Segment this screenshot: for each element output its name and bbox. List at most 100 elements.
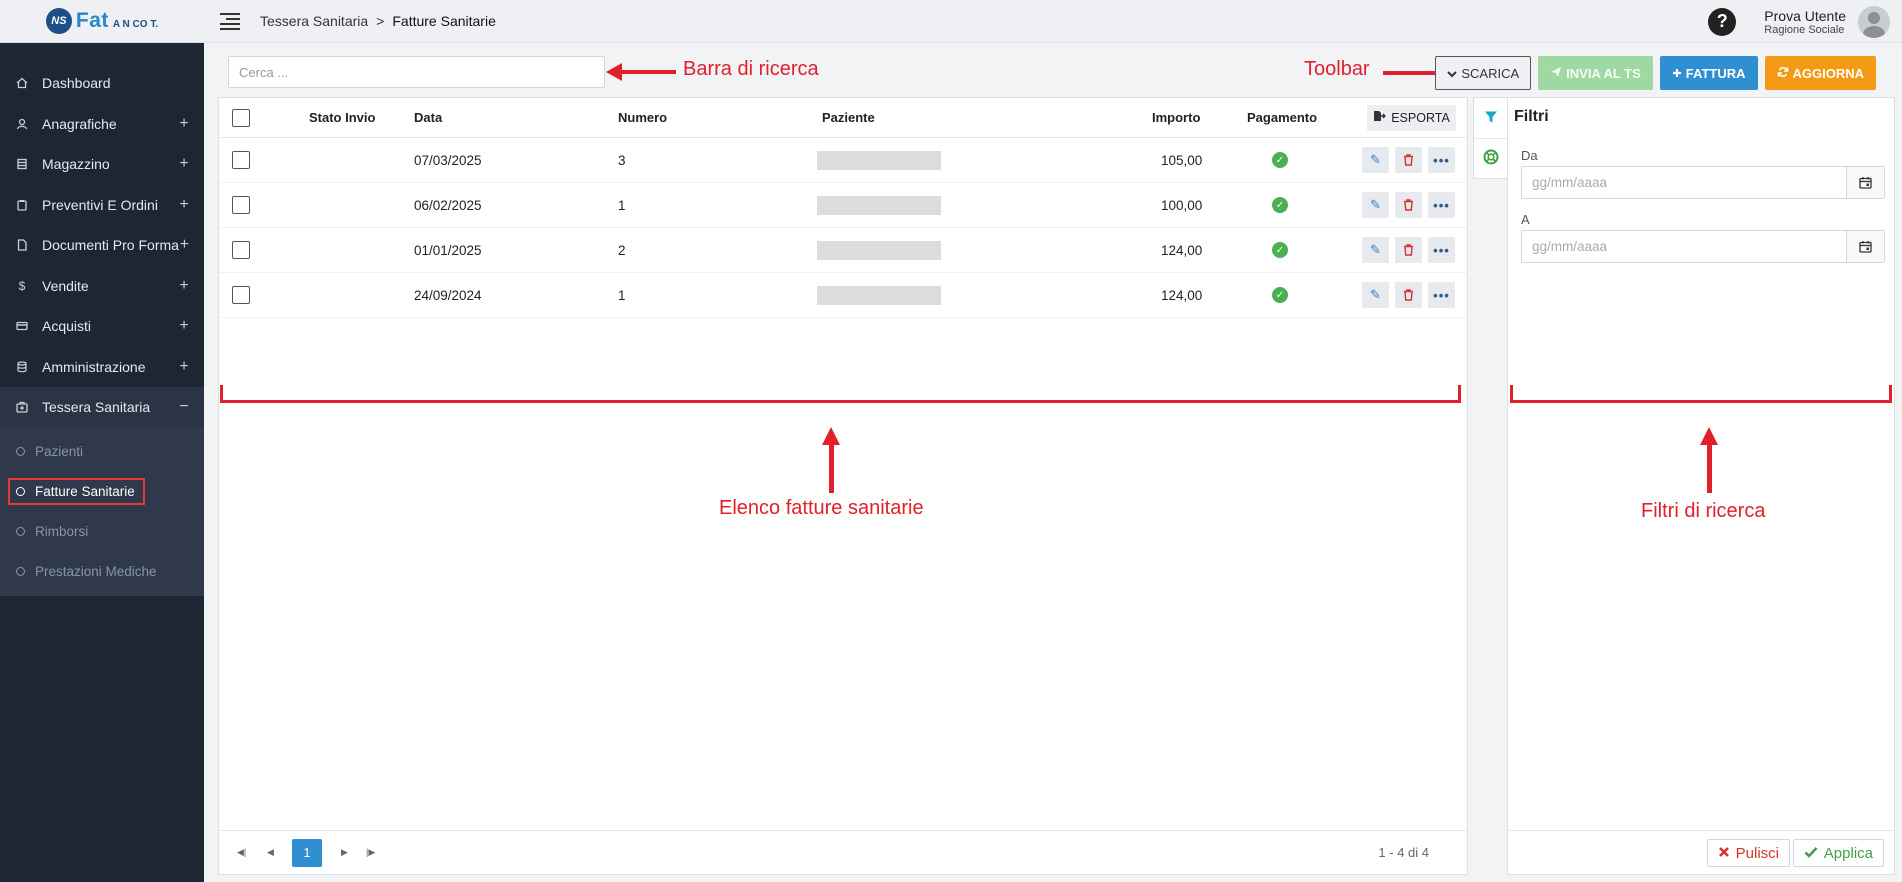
column-header-paziente[interactable]: Paziente <box>822 110 875 125</box>
fattura-label: FATTURA <box>1685 65 1746 81</box>
sidebar-item-acquisti[interactable]: Acquisti + <box>0 306 204 347</box>
esporta-button[interactable]: ESPORTA <box>1367 104 1456 131</box>
filter-panel-footer: Pulisci Applica <box>1508 830 1894 874</box>
user-info[interactable]: Prova Utente Ragione Sociale <box>1764 8 1846 36</box>
expand-plus-icon[interactable]: + <box>178 277 190 295</box>
breadcrumb-current: Fatture Sanitarie <box>392 13 496 29</box>
pulisci-button[interactable]: Pulisci <box>1706 839 1790 867</box>
add-fattura-button[interactable]: FATTURA <box>1659 56 1758 90</box>
warehouse-icon <box>16 158 28 170</box>
column-header-pagamento[interactable]: Pagamento <box>1247 110 1317 125</box>
trash-icon[interactable] <box>1395 192 1422 218</box>
sidebar-item-dashboard[interactable]: Dashboard <box>0 63 204 104</box>
hamburger-menu-icon[interactable] <box>220 12 240 30</box>
edit-icon[interactable]: ✎ <box>1362 192 1389 218</box>
calendar-icon[interactable] <box>1846 167 1884 198</box>
annotation-invoice-list: Elenco fatture sanitarie <box>719 497 924 519</box>
row-checkbox[interactable] <box>232 286 250 304</box>
prev-page-icon[interactable]: ◀ <box>267 847 274 858</box>
expand-plus-icon[interactable]: + <box>178 196 190 214</box>
table-row[interactable]: 01/01/2025 2 124,00 ✓ ✎ ••• <box>219 228 1467 273</box>
table-row[interactable]: 24/09/2024 1 124,00 ✓ ✎ ••• <box>219 273 1467 318</box>
date-from-field[interactable] <box>1521 166 1885 199</box>
annotation-bracket-list <box>220 385 1461 403</box>
database-icon <box>16 361 28 373</box>
expand-plus-icon[interactable]: + <box>179 236 190 254</box>
expand-plus-icon[interactable]: + <box>178 115 190 133</box>
table-row[interactable]: 06/02/2025 1 100,00 ✓ ✎ ••• <box>219 183 1467 228</box>
document-icon <box>16 239 28 251</box>
tab-filters[interactable] <box>1474 98 1507 138</box>
date-to-input[interactable] <box>1522 231 1846 262</box>
trash-icon[interactable] <box>1395 282 1422 308</box>
cell-numero: 3 <box>618 152 626 168</box>
breadcrumb-parent[interactable]: Tessera Sanitaria <box>260 13 368 29</box>
side-tab-strip <box>1473 97 1507 179</box>
sidebar-subitem-prestazioni-mediche[interactable]: Prestazioni Mediche <box>0 552 204 592</box>
lifebuoy-icon <box>1483 149 1499 168</box>
expand-plus-icon[interactable]: + <box>178 155 190 173</box>
user-icon <box>16 118 28 130</box>
sidebar-item-amministrazione[interactable]: Amministrazione + <box>0 347 204 388</box>
calendar-icon[interactable] <box>1846 231 1884 262</box>
invia-label: INVIA AL TS <box>1566 65 1641 81</box>
sidebar-subitem-pazienti[interactable]: Pazienti <box>0 432 204 472</box>
row-checkbox[interactable] <box>232 151 250 169</box>
page-number-current[interactable]: 1 <box>292 838 322 867</box>
row-checkbox[interactable] <box>232 196 250 214</box>
more-options-icon[interactable]: ••• <box>1428 237 1455 263</box>
sidebar-item-anagrafiche[interactable]: Anagrafiche + <box>0 104 204 145</box>
sidebar-item-documenti-pro-forma[interactable]: Documenti Pro Forma + <box>0 225 204 266</box>
first-page-icon[interactable]: ◀| <box>237 847 246 858</box>
toolbar: SCARICA INVIA AL TS FATTURA AGGIORNA <box>1435 56 1876 90</box>
avatar[interactable] <box>1858 5 1890 38</box>
applica-label: Applica <box>1823 844 1873 862</box>
expand-plus-icon[interactable]: + <box>178 358 190 376</box>
trash-icon[interactable] <box>1395 147 1422 173</box>
trash-icon[interactable] <box>1395 237 1422 263</box>
scarica-button[interactable]: SCARICA <box>1435 56 1532 90</box>
last-page-icon[interactable]: |▶ <box>366 847 375 858</box>
more-options-icon[interactable]: ••• <box>1428 192 1455 218</box>
column-header-numero[interactable]: Numero <box>618 110 667 125</box>
chevron-down-icon <box>1447 66 1458 81</box>
column-header-data[interactable]: Data <box>414 110 442 125</box>
sidebar-subitem-rimborsi[interactable]: Rimborsi <box>0 512 204 552</box>
date-from-input[interactable] <box>1522 167 1846 198</box>
tab-support[interactable] <box>1474 138 1507 178</box>
aggiorna-button[interactable]: AGGIORNA <box>1764 56 1876 90</box>
more-options-icon[interactable]: ••• <box>1428 147 1455 173</box>
app-logo[interactable]: NS Fat A N CO T. <box>0 0 204 43</box>
collapse-minus-icon[interactable]: − <box>178 398 190 416</box>
help-icon[interactable]: ? <box>1708 7 1737 36</box>
table-row[interactable]: 07/03/2025 3 105,00 ✓ ✎ ••• <box>219 138 1467 183</box>
edit-icon[interactable]: ✎ <box>1362 237 1389 263</box>
row-checkbox[interactable] <box>232 241 250 259</box>
select-all-checkbox[interactable] <box>232 108 250 127</box>
edit-icon[interactable]: ✎ <box>1362 282 1389 308</box>
filter-label-a: A <box>1521 212 1530 227</box>
sidebar-subitem-fatture-sanitarie[interactable]: Fatture Sanitarie <box>0 472 204 512</box>
more-options-icon[interactable]: ••• <box>1428 282 1455 308</box>
column-header-stato-invio[interactable]: Stato Invio <box>309 110 375 125</box>
sidebar-item-vendite[interactable]: $ Vendite + <box>0 266 204 307</box>
close-icon <box>1718 845 1730 862</box>
circle-icon <box>16 567 25 576</box>
column-header-importo[interactable]: Importo <box>1152 110 1200 125</box>
logo-badge: NS <box>45 8 72 34</box>
sidebar-item-preventivi-e-ordini[interactable]: Preventivi E Ordini + <box>0 185 204 226</box>
sidebar-item-magazzino[interactable]: Magazzino + <box>0 144 204 185</box>
expand-plus-icon[interactable]: + <box>178 317 190 335</box>
sidebar-item-tessera-sanitaria[interactable]: Tessera Sanitaria − <box>0 387 204 428</box>
invia-al-ts-button[interactable]: INVIA AL TS <box>1538 56 1653 90</box>
sidebar-subitem-label: Rimborsi <box>35 524 89 539</box>
date-to-field[interactable] <box>1521 230 1885 263</box>
cell-paziente-redacted <box>817 195 941 215</box>
plus-icon <box>1672 66 1682 81</box>
applica-button[interactable]: Applica <box>1792 839 1884 867</box>
search-input[interactable] <box>228 56 605 88</box>
next-page-icon[interactable]: ▶ <box>341 847 348 858</box>
sidebar-item-label: Acquisti <box>42 318 92 335</box>
edit-icon[interactable]: ✎ <box>1362 147 1389 173</box>
breadcrumb: Tessera Sanitaria > Fatture Sanitarie <box>260 13 496 29</box>
